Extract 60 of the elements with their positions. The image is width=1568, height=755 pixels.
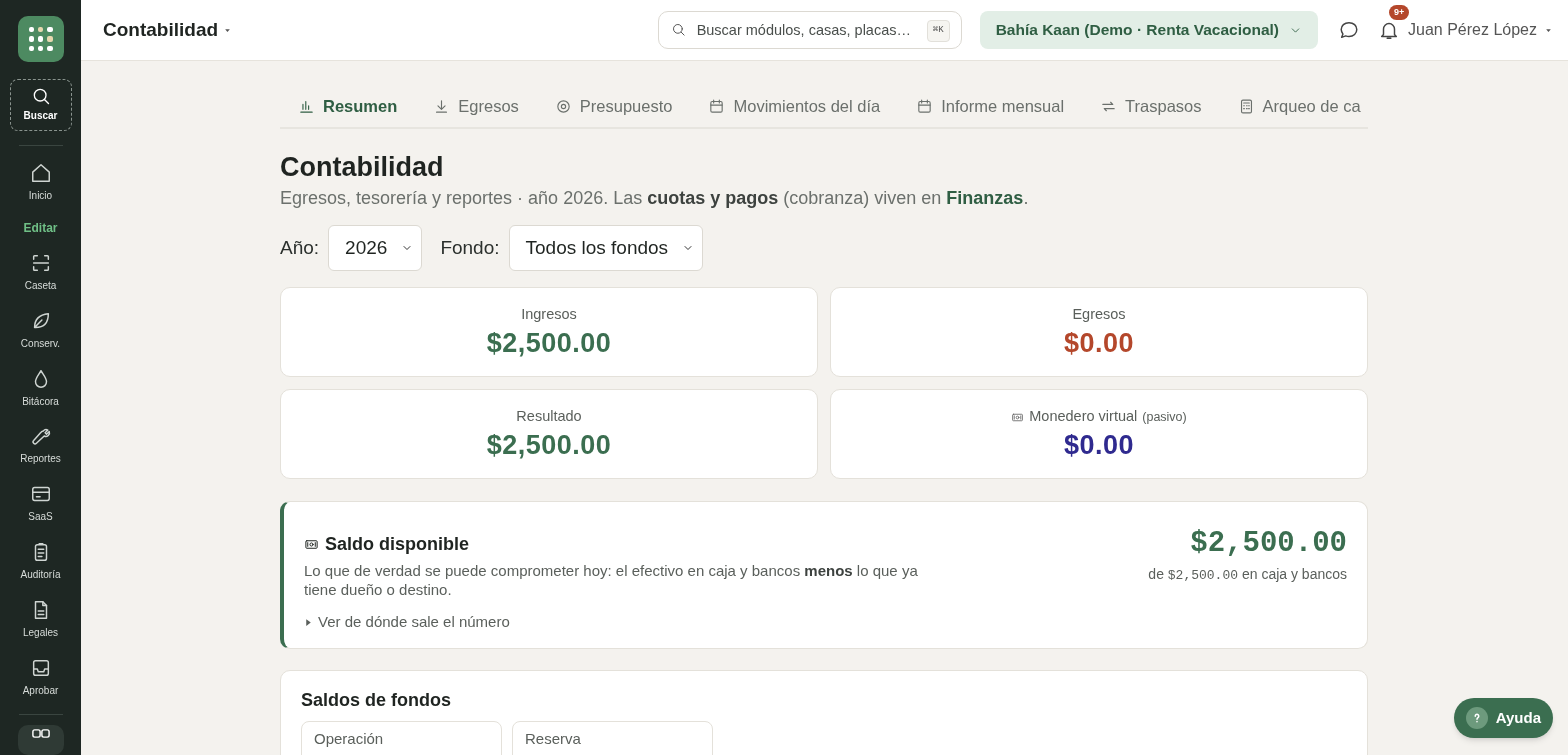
search-button[interactable]: Buscar	[9, 78, 72, 131]
sidebar-item[interactable]: Aprobar	[5, 654, 76, 701]
tab[interactable]: Presupuesto	[536, 85, 691, 127]
sidebar-item[interactable]: Inicio	[5, 159, 76, 206]
help-button[interactable]: Ayuda	[1453, 698, 1553, 738]
tab[interactable]: Arqueo de ca	[1219, 85, 1368, 127]
section-label: Editar	[23, 219, 58, 237]
apps-button[interactable]	[17, 725, 64, 755]
triangle-icon	[304, 617, 313, 627]
tab-icon	[708, 97, 726, 115]
card-label: Egresos	[1072, 305, 1126, 325]
caret-icon	[224, 26, 232, 34]
card-amount: $0.00	[1063, 428, 1135, 462]
tab-icon	[554, 97, 572, 115]
filter-label: Fondo:	[440, 235, 500, 260]
notification-badge: 9+	[1389, 5, 1410, 20]
section-title: Saldos de fondos	[301, 689, 452, 712]
user-menu[interactable]: Juan Pérez López	[1408, 18, 1552, 42]
squares-icon	[30, 729, 51, 739]
details-toggle[interactable]: Ver de dónde sale el número	[304, 610, 510, 634]
sidebar-item[interactable]: Bitácora	[5, 365, 76, 411]
page-title: Contabilidad	[280, 151, 445, 184]
tab[interactable]: Egresos	[415, 85, 537, 127]
finanzas-link[interactable]: Finanzas	[946, 188, 1024, 208]
sidebar-item[interactable]: Caseta	[5, 249, 76, 296]
fund-card: Operación	[301, 721, 502, 755]
caret-icon	[1545, 26, 1552, 34]
filter-select[interactable]: 2026	[328, 225, 423, 271]
module-selector[interactable]: Contabilidad	[103, 15, 232, 45]
balance-subtext: de $2,500.00 en caja y bancos	[1148, 565, 1347, 585]
card-amount: $0.00	[1063, 326, 1135, 360]
filter-label: Año:	[280, 235, 320, 260]
sidebar-item[interactable]: Reportes	[5, 422, 76, 469]
card-label: Monedero virtual	[1029, 407, 1138, 427]
tab[interactable]: Traspasos	[1082, 85, 1220, 127]
search-icon	[670, 22, 686, 37]
card-note: (pasivo)	[1142, 408, 1187, 426]
sidebar-item[interactable]: Auditoría	[5, 538, 76, 585]
filter-select[interactable]: Todos los fondos	[508, 225, 704, 271]
organization-selector[interactable]: Bahía Kaan (Demo · Renta Vacacional)	[979, 11, 1318, 49]
app-logo[interactable]	[17, 16, 64, 62]
card-label: Resultado	[516, 407, 582, 427]
shortcut-key: ⌘K	[926, 20, 950, 42]
fund-card: Reserva	[512, 721, 713, 755]
sidebar-item[interactable]: Conserv.	[5, 307, 76, 354]
tab[interactable]: Movimientos del día	[690, 85, 899, 127]
card-amount: $2,500.00	[486, 428, 612, 462]
card-amount: $2,500.00	[486, 326, 612, 360]
balance-description: Lo que de verdad se puede comprometer hoy: el efectivo en caja y bancos menos lo que ya tiene dueño o destino.	[304, 560, 919, 599]
page-subtitle: Egresos, tesorería y reportes · año 2026. Las cuotas y pagos (cobranza) viven en Finanzas.	[280, 187, 1030, 210]
tab-icon	[916, 97, 934, 115]
card-label: Ingresos	[521, 305, 577, 325]
tab[interactable]: Informe mensual	[898, 85, 1083, 127]
section-title: Saldo disponible	[325, 532, 469, 556]
nav-icon	[29, 162, 52, 185]
chat-icon	[1338, 19, 1360, 41]
balance-amount: $2,500.00	[1190, 526, 1347, 562]
sidebar-item[interactable]: Legales	[5, 596, 76, 643]
sidebar-item[interactable]: SaaS	[5, 480, 76, 527]
tab[interactable]: Resumen	[280, 85, 416, 127]
